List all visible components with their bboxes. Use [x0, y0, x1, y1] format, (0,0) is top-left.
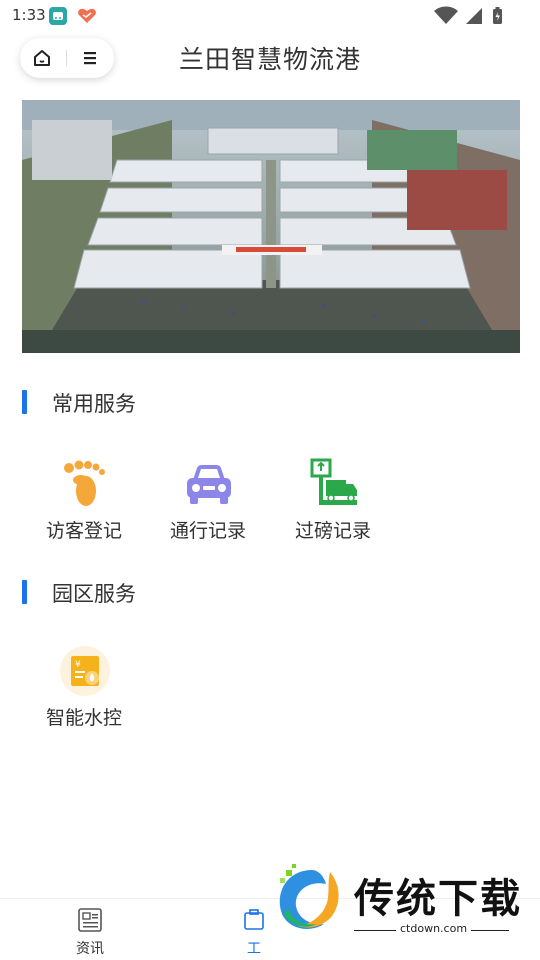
page-title: 兰田智慧物流港 [178, 45, 361, 74]
app-notification-icon [49, 7, 67, 25]
water-bill-icon: ¥ [59, 645, 111, 697]
weighing-record-tile[interactable]: 过磅记录 [278, 458, 388, 548]
tile-label: 智能水控 [45, 707, 122, 729]
smart-water-control-tile[interactable]: ¥ 智能水控 [29, 645, 139, 735]
footprint-icon [59, 458, 111, 510]
watermark-logo-icon [268, 862, 348, 938]
truck-scale-icon [308, 458, 360, 510]
status-indicators [432, 6, 506, 26]
banner-image[interactable] [22, 100, 520, 353]
car-icon [183, 458, 235, 510]
section-common-services: 常用服务 [22, 388, 222, 416]
tile-label: 过磅记录 [294, 520, 371, 542]
section-accent-bar [22, 390, 27, 414]
section-title: 常用服务 [52, 392, 136, 416]
signal-icon [466, 8, 482, 24]
visitor-registration-tile[interactable]: 访客登记 [29, 458, 139, 548]
status-bar: 1:33 [0, 0, 540, 32]
news-icon [77, 907, 103, 933]
heart-app-icon [77, 7, 97, 25]
section-park-services: 园区服务 [22, 578, 222, 606]
section-title: 园区服务 [52, 582, 136, 606]
watermark-title: 传统下载 [354, 876, 522, 922]
section-accent-bar [22, 580, 27, 604]
tile-label: 访客登记 [45, 520, 122, 542]
pass-record-tile[interactable]: 通行记录 [153, 458, 263, 548]
watermark: 传统下载 ctdown.com [262, 860, 532, 942]
status-time: 1:33 [12, 6, 46, 24]
wifi-icon [434, 6, 458, 24]
watermark-url: ctdown.com [396, 922, 472, 935]
tile-label: 通行记录 [169, 520, 246, 542]
svg-text:¥: ¥ [75, 660, 81, 670]
tab-label: 资讯 [76, 941, 104, 957]
tab-news[interactable]: 资讯 [60, 907, 120, 959]
